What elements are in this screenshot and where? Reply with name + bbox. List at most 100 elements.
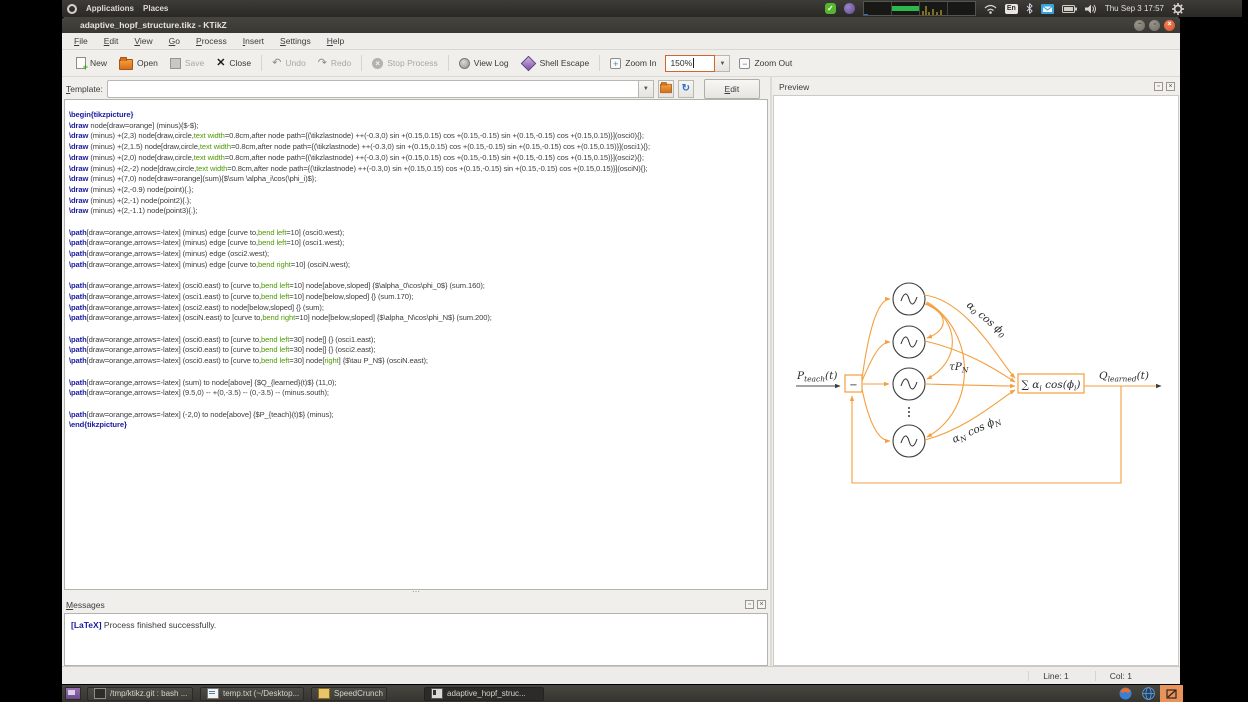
taskbar-item-speedcrunch[interactable]: SpeedCrunch [311,687,387,701]
preview-close-icon[interactable]: × [1166,82,1175,91]
wifi-icon[interactable] [984,4,997,14]
code-line[interactable]: \end{tikzpicture} [69,420,767,431]
oscillator-nodes [893,283,925,457]
applications-menu[interactable]: Applications [86,4,134,13]
code-line[interactable]: \draw (minus) +(2,-1) node(point2){.}; [69,196,767,207]
close-button[interactable]: × [1164,20,1175,31]
messages-close-icon[interactable]: × [757,600,766,609]
code-line[interactable] [69,367,767,378]
shell-escape-button[interactable]: Shell Escape [515,54,596,73]
template-combobox[interactable] [107,80,639,98]
taskbar-item-textfile[interactable]: temp.txt (~/Desktop... [200,687,304,701]
minus-sign: − [849,380,857,391]
open-button[interactable]: Open [113,52,164,74]
code-line[interactable]: \path[draw=orange,arrows=-latex] (osci0.… [69,281,767,292]
tray-firefox-button[interactable] [1114,685,1137,702]
template-edit-button[interactable]: Edit [704,79,760,99]
menu-edit[interactable]: Edit [96,34,127,48]
code-line[interactable] [69,399,767,410]
code-line[interactable]: \draw (minus) +(7,0) node[draw=orange](s… [69,174,767,185]
menu-file[interactable]: File [66,34,96,48]
code-line[interactable]: \path[draw=orange,arrows=-latex] (minus)… [69,249,767,260]
code-line[interactable]: \path[draw=orange,arrows=-latex] (osci0.… [69,335,767,346]
code-line[interactable]: \draw (minus) +(2,-1.1) node(point3){.}; [69,206,767,217]
code-line[interactable]: \path[draw=orange,arrows=-latex] (osci2.… [69,303,767,314]
template-bar: Template: ▼ ↻ Edit [62,77,770,100]
code-line[interactable]: \draw (minus) +(2,-2) node[draw,circle,t… [69,164,767,175]
code-line[interactable]: \path[draw=orange,arrows=-latex] (sum) t… [69,378,767,389]
code-line[interactable]: \draw (minus) +(2,3) node[draw,circle,te… [69,131,767,142]
template-reload-button[interactable]: ↻ [678,80,694,98]
undo-button[interactable]: ↶ Undo [266,54,312,73]
session-gear-icon[interactable] [1172,3,1184,15]
template-open-button[interactable] [658,80,674,98]
code-line[interactable]: \draw (minus) +(2,0) node[draw,circle,te… [69,153,767,164]
code-line[interactable] [69,217,767,228]
code-line[interactable]: \path[draw=orange,arrows=-latex] (osci0.… [69,356,767,367]
feedback-edge [852,386,1121,483]
minus-to-oscillator-edges [862,299,890,441]
code-editor[interactable]: \begin{tikzpicture}\draw node[draw=orang… [64,99,768,590]
messages-title: Messages [66,600,105,610]
taskbar-item-terminal[interactable]: /tmp/ktikz.git : bash ... [87,687,193,701]
view-log-icon [459,58,470,69]
menu-insert[interactable]: Insert [235,34,272,48]
menu-go[interactable]: Go [161,34,188,48]
code-line[interactable]: \path[draw=orange,arrows=-latex] (osci0.… [69,345,767,356]
zoom-level-input[interactable]: 150% [665,55,715,72]
bluetooth-icon[interactable] [1026,3,1033,14]
tray-ktikz-button[interactable] [1160,685,1183,702]
battery-icon[interactable] [1062,5,1077,13]
keyboard-layout-indicator[interactable]: En [1005,4,1018,14]
stop-process-button[interactable]: × Stop Process [366,54,444,73]
titlebar[interactable]: adaptive_hopf_structure.tikz - KTikZ − ▫… [62,17,1180,33]
folder-icon [660,84,672,93]
menu-process[interactable]: Process [188,34,235,48]
places-menu[interactable]: Places [143,4,168,13]
maximize-button[interactable]: ▫ [1149,20,1160,31]
show-desktop-button[interactable] [65,687,81,700]
zoom-out-button[interactable]: − Zoom Out [733,54,798,73]
code-line[interactable] [69,271,767,282]
zoom-level-combo[interactable]: 150% ▼ [665,55,730,72]
system-monitor-applet[interactable] [863,1,976,16]
minimize-button[interactable]: − [1134,20,1145,31]
code-line[interactable]: \path[draw=orange,arrows=-latex] (minus)… [69,238,767,249]
code-line[interactable]: \path[draw=orange,arrows=-latex] (-2,0) … [69,410,767,421]
code-text[interactable]: \begin{tikzpicture}\draw node[draw=orang… [65,100,767,431]
code-line[interactable]: \draw (minus) +(2,1.5) node[draw,circle,… [69,142,767,153]
view-log-button[interactable]: View Log [453,54,515,73]
code-line[interactable]: \path[draw=orange,arrows=-latex] (osci1.… [69,292,767,303]
reload-icon: ↻ [682,83,690,94]
zoom-in-button[interactable]: + Zoom In [604,54,662,73]
taskbar-item-ktikz[interactable]: adaptive_hopf_struc... [424,687,544,701]
messages-log: [LaTeX] Process finished successfully. [64,613,768,666]
template-dropdown-arrow-icon[interactable]: ▼ [638,80,654,98]
preview-float-icon[interactable]: ▫ [1154,82,1163,91]
close-file-button[interactable]: ✕ Close [210,54,257,73]
menu-view[interactable]: View [126,34,160,48]
code-line[interactable] [69,324,767,335]
code-line[interactable]: \path[draw=orange,arrows=-latex] (minus)… [69,260,767,271]
mail-icon[interactable] [1041,4,1054,14]
messages-float-icon[interactable]: ▫ [745,600,754,609]
new-button[interactable]: + New [70,53,113,73]
globe-icon [1142,687,1155,700]
code-line[interactable]: \begin{tikzpicture} [69,110,767,121]
editor-preview-splitter[interactable] [770,77,772,666]
code-line[interactable]: \path[draw=orange,arrows=-latex] (9.5,0)… [69,388,767,399]
update-ok-icon[interactable]: ✓ [825,3,836,14]
panel-clock[interactable]: Thu Sep 3 17:57 [1105,4,1164,13]
tray-browser-button[interactable] [1137,685,1160,702]
code-line[interactable]: \path[draw=orange,arrows=-latex] (minus)… [69,228,767,239]
save-button[interactable]: Save [164,54,210,73]
zoom-dropdown-arrow-icon[interactable]: ▼ [715,55,730,72]
menu-help[interactable]: Help [319,34,352,48]
volume-icon[interactable] [1085,4,1097,14]
code-line[interactable]: \draw (minus) +(2,-0.9) node(point){.}; [69,185,767,196]
code-line[interactable]: \path[draw=orange,arrows=-latex] (osciN.… [69,313,767,324]
code-line[interactable]: \draw node[draw=orange] (minus){$-$}; [69,121,767,132]
menu-settings[interactable]: Settings [272,34,319,48]
redo-button[interactable]: ↷ Redo [312,54,358,73]
time-admin-icon[interactable] [844,3,855,14]
